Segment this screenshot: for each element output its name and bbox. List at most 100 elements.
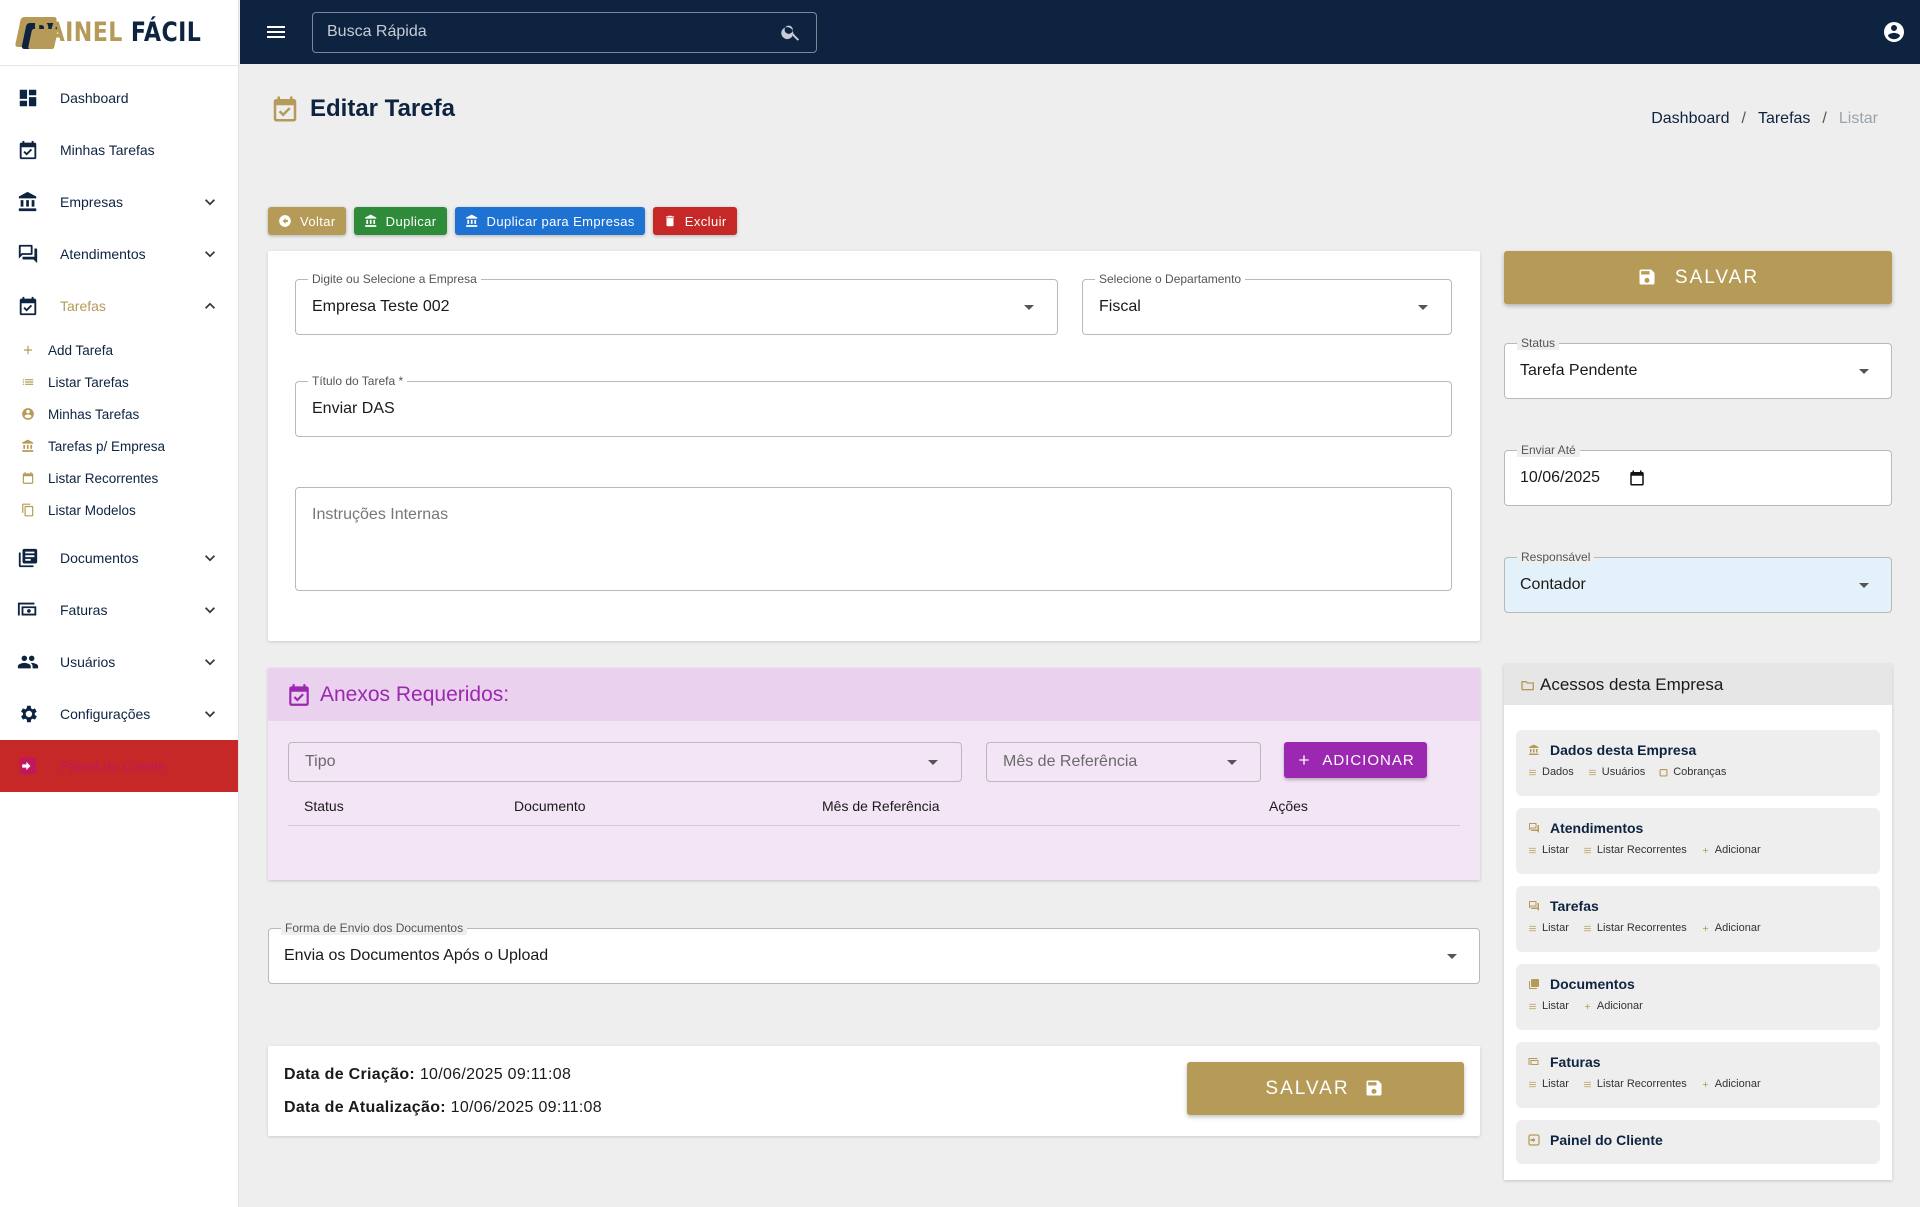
- link-cobrancas[interactable]: Cobranças: [1659, 766, 1726, 778]
- access-card-links: Dados Usuários Cobranças: [1528, 766, 1868, 778]
- duplicate-companies-button[interactable]: Duplicar para Empresas: [454, 207, 645, 235]
- brand-name: PAINEL FÁCIL: [32, 17, 202, 48]
- documents-icon: [1528, 978, 1540, 990]
- delivery-method-select[interactable]: Forma de Envio dos Documentos Envia os D…: [268, 921, 1480, 984]
- link-listar-recorrentes[interactable]: Listar Recorrentes: [1583, 922, 1687, 934]
- dropdown-arrow-icon[interactable]: [921, 750, 945, 774]
- sidebar-item-usuarios[interactable]: Usuários: [0, 636, 238, 688]
- link-adicionar[interactable]: Adicionar: [1583, 1000, 1643, 1012]
- link-listar[interactable]: Listar: [1528, 844, 1569, 856]
- dropdown-arrow-icon[interactable]: [1852, 573, 1876, 597]
- sidebar-item-dashboard[interactable]: Dashboard: [0, 72, 238, 124]
- save-button-top[interactable]: SALVAR: [1504, 251, 1892, 304]
- delete-button[interactable]: Excluir: [652, 207, 737, 235]
- dropdown-arrow-icon[interactable]: [1852, 359, 1876, 383]
- link-adicionar[interactable]: Adicionar: [1701, 844, 1761, 856]
- internal-instructions-placeholder: Instruções Internas: [312, 506, 449, 523]
- submenu-add-tarefa[interactable]: Add Tarefa: [0, 334, 238, 366]
- floppy-disk-icon: [1637, 267, 1659, 289]
- internal-instructions-field[interactable]: Instruções Internas: [295, 487, 1452, 591]
- task-title-field[interactable]: Título do Tarefa * Enviar DAS: [295, 374, 1452, 437]
- submenu-listar-modelos[interactable]: Listar Modelos: [0, 494, 238, 526]
- breadcrumb-dashboard[interactable]: Dashboard: [1651, 110, 1729, 128]
- sidebar-item-label: Dashboard: [60, 90, 129, 106]
- type-select[interactable]: Tipo: [288, 742, 962, 782]
- access-card-title: Atendimentos: [1528, 820, 1868, 836]
- sidebar-item-faturas[interactable]: Faturas: [0, 584, 238, 636]
- account-icon[interactable]: [1882, 20, 1906, 44]
- send-until-date-field[interactable]: Enviar Até 10/06/2025: [1504, 443, 1892, 506]
- brand-logo[interactable]: PAINEL FÁCIL: [0, 0, 238, 66]
- sidebar-item-tarefas[interactable]: Tarefas: [0, 280, 238, 332]
- link-dados[interactable]: Dados: [1528, 766, 1574, 778]
- link-adicionar[interactable]: Adicionar: [1701, 1078, 1761, 1090]
- sidebar-item-label: Documentos: [60, 550, 139, 566]
- dropdown-arrow-icon[interactable]: [1220, 750, 1244, 774]
- access-card-links: Listar Listar Recorrentes Adicionar: [1528, 922, 1868, 934]
- top-bar: Busca Rápida: [240, 0, 1920, 64]
- timestamps-card: Data de Criação: 10/06/2025 09:11:08 Dat…: [268, 1046, 1480, 1136]
- sidebar-item-atendimentos[interactable]: Atendimentos: [0, 228, 238, 280]
- page-title: Editar Tarefa: [270, 94, 455, 124]
- add-attachment-button[interactable]: ADICIONAR: [1284, 742, 1427, 778]
- save-button-label: SALVAR: [1674, 266, 1760, 288]
- sidebar-item-empresas[interactable]: Empresas: [0, 176, 238, 228]
- access-card-tarefas[interactable]: Tarefas Listar Listar Recorrentes Adicio…: [1516, 886, 1880, 952]
- submenu-label: Minhas Tarefas: [48, 406, 140, 422]
- sidebar-item-documentos[interactable]: Documentos: [0, 532, 238, 584]
- submenu-minhas-tarefas[interactable]: Minhas Tarefas: [0, 398, 238, 430]
- access-card-title-text: Atendimentos: [1550, 820, 1644, 836]
- dropdown-arrow-icon[interactable]: [1440, 944, 1464, 968]
- company-select[interactable]: Digite ou Selecione a Empresa Empresa Te…: [295, 272, 1058, 335]
- access-card-painel-cliente[interactable]: Painel do Cliente: [1516, 1120, 1880, 1164]
- sidebar-item-minhas-tarefas[interactable]: Minhas Tarefas: [0, 124, 238, 176]
- sidebar-item-label: Configurações: [60, 706, 151, 722]
- account-circle-icon: [20, 406, 36, 422]
- responsible-select[interactable]: Responsável Contador: [1504, 550, 1892, 613]
- required-attachments-panel: Anexos Requeridos: Tipo Mês de Referênci…: [268, 668, 1480, 880]
- search-icon[interactable]: [780, 21, 802, 43]
- bank-icon: [364, 214, 378, 228]
- bank-icon: [1528, 744, 1540, 756]
- submenu-listar-tarefas[interactable]: Listar Tarefas: [0, 366, 238, 398]
- submenu-listar-recorrentes[interactable]: Listar Recorrentes: [0, 462, 238, 494]
- reference-month-select[interactable]: Mês de Referência: [986, 742, 1261, 782]
- access-card-dados[interactable]: Dados desta Empresa Dados Usuários Cobra…: [1516, 730, 1880, 796]
- sidebar-item-label: Usuários: [60, 654, 116, 670]
- dropdown-arrow-icon[interactable]: [1017, 295, 1041, 319]
- access-card-title-text: Painel do Cliente: [1550, 1132, 1663, 1148]
- created-at: Data de Criação: 10/06/2025 09:11:08: [284, 1066, 571, 1084]
- breadcrumb-tarefas[interactable]: Tarefas: [1758, 110, 1810, 128]
- status-select[interactable]: Status Tarefa Pendente: [1504, 336, 1892, 399]
- link-adicionar[interactable]: Adicionar: [1701, 922, 1761, 934]
- department-select[interactable]: Selecione o Departamento Fiscal: [1082, 272, 1452, 335]
- access-card-atendimentos[interactable]: Atendimentos Listar Listar Recorrentes A…: [1516, 808, 1880, 874]
- link-listar[interactable]: Listar: [1528, 922, 1569, 934]
- calendar-check-icon: [289, 683, 309, 706]
- link-listar-recorrentes[interactable]: Listar Recorrentes: [1583, 1078, 1687, 1090]
- sidebar-item-configuracoes[interactable]: Configurações: [0, 688, 238, 740]
- submenu-tarefas-empresa[interactable]: Tarefas p/ Empresa: [0, 430, 238, 462]
- link-usuarios[interactable]: Usuários: [1588, 766, 1645, 778]
- link-listar[interactable]: Listar: [1528, 1000, 1569, 1012]
- search-input[interactable]: Busca Rápida: [312, 11, 817, 53]
- submenu-label: Listar Tarefas: [48, 374, 129, 390]
- sidebar: PAINEL FÁCIL Dashboard Minhas Tarefas Em…: [0, 0, 239, 1207]
- access-card-title-text: Faturas: [1550, 1054, 1601, 1070]
- dropdown-arrow-icon[interactable]: [1411, 295, 1435, 319]
- documents-icon: [16, 546, 40, 570]
- access-card-links: Listar Listar Recorrentes Adicionar: [1528, 844, 1868, 856]
- link-label: Listar Recorrentes: [1596, 1078, 1687, 1090]
- access-card-links: Listar Listar Recorrentes Adicionar: [1528, 1078, 1868, 1090]
- link-listar[interactable]: Listar: [1528, 1078, 1569, 1090]
- menu-button[interactable]: [248, 0, 304, 64]
- company-select-label: Digite ou Selecione a Empresa: [308, 272, 481, 286]
- duplicate-button[interactable]: Duplicar: [353, 207, 447, 235]
- link-listar-recorrentes[interactable]: Listar Recorrentes: [1583, 844, 1687, 856]
- sidebar-item-painel-cliente[interactable]: Painel do Cliente: [0, 740, 238, 792]
- calendar-icon[interactable]: [1628, 469, 1646, 487]
- access-card-documentos[interactable]: Documentos Listar Adicionar: [1516, 964, 1880, 1030]
- save-button-bottom[interactable]: SALVAR: [1187, 1062, 1464, 1115]
- back-button[interactable]: Voltar: [268, 207, 346, 235]
- access-card-faturas[interactable]: Faturas Listar Listar Recorrentes Adicio…: [1516, 1042, 1880, 1108]
